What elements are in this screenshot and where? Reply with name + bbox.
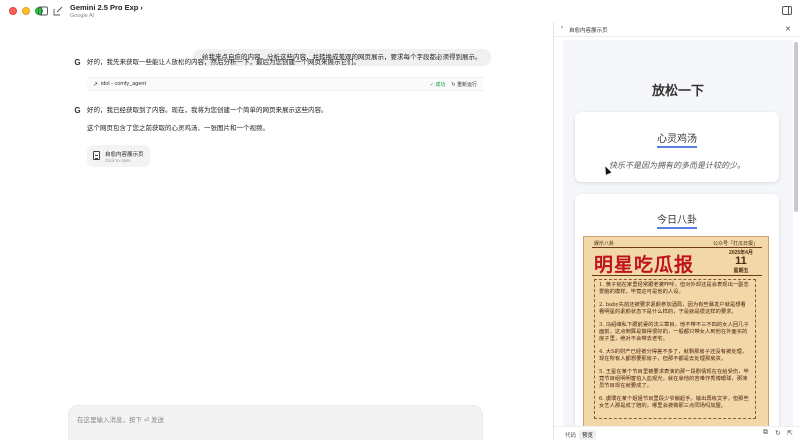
pane-footer: 代码 预览 ⧉ ↻ ⇱ <box>554 426 800 440</box>
artifact-subtitle: Click to open <box>105 158 132 163</box>
newspaper-body: 1. 黄子韬在家里经常跟老婆咋呼，但对外却还是会表现出一副恋爱脑的模样，毕竟这可… <box>594 279 756 419</box>
assistant-avatar-icon: G <box>74 106 81 115</box>
tool-status: ✓ 成功 ↻ 重新运行 <box>430 81 477 88</box>
newspaper-image: 娱乐八卦 公众号「打瓜日报」 明星吃瓜报 2025年4月 11 星期五 1. 黄… <box>583 236 769 426</box>
assistant-message: 好的，我已经获取到了内容。现在，我将为您创建一个简单的网页来展示这些内容。 <box>87 107 328 114</box>
rerun-icon: ↻ <box>451 82 456 88</box>
newspaper-paragraph: 6. 虞璞在某个姐姐节目里段少爷躺起手，输出再练文字，但那些女艺人那是成了赔的，… <box>599 395 749 410</box>
section-title: 心灵鸡汤 <box>657 134 697 145</box>
newspaper-category: 娱乐八卦 <box>594 241 615 247</box>
date-day: 11 <box>735 255 747 267</box>
message-input[interactable]: 在这里输入消息，按下 ⏎ 发送 <box>77 414 164 424</box>
artifact-card[interactable]: 自愈内容展示页 Click to open <box>87 145 150 167</box>
gossip-card: 今日八卦 娱乐八卦 公众号「打瓜日报」 明星吃瓜报 2025年4月 11 星期五… <box>575 194 779 426</box>
newspaper-rule <box>592 247 762 248</box>
copy-icon[interactable]: ⧉ <box>763 429 768 437</box>
panel-toggle-icon[interactable] <box>782 6 792 15</box>
assistant-avatar-icon: G <box>74 58 81 67</box>
web-preview[interactable]: 放松一下 心灵鸡汤 快乐不是因为拥有的多而是计较的少。 今日八卦 娱乐八卦 公众… <box>563 40 793 426</box>
newspaper-paragraph: 3. 冯绍峰私下跟前妻的法三章目，他不带不三不四的女人回几子面前，这点倒算是做得… <box>599 321 749 343</box>
message-input-box[interactable]: 在这里输入消息，按下 ⏎ 发送 ⌀ ✣ ◍ ⟲ ⌘ ◇ ♪ <box>68 405 483 440</box>
section-underline <box>657 227 697 229</box>
new-chat-icon[interactable] <box>53 6 63 16</box>
model-name-label: Gemini 2.5 Pro Exp <box>70 3 139 12</box>
date-week: 星期五 <box>733 268 749 274</box>
success-status: ✓ 成功 <box>430 81 446 88</box>
newspaper-rule <box>592 275 762 276</box>
success-label: 成功 <box>435 82 446 88</box>
newspaper-source: 公众号「打瓜日报」 <box>712 241 758 247</box>
rerun-button[interactable]: ↻ 重新运行 <box>451 81 477 88</box>
newspaper-date: 2025年4月 11 星期五 <box>722 249 760 274</box>
tab-preview[interactable]: 预览 <box>579 430 597 440</box>
assistant-message: 这个网页包含了您之前获取的心灵鸡汤、一张图片和一个视频。 <box>87 125 269 132</box>
pane-title: 自愈内容展示页 <box>569 28 608 34</box>
tool-call-row[interactable]: ↗ idol - comfy_agent ✓ 成功 ↻ 重新运行 <box>87 77 483 91</box>
back-icon[interactable]: ‹ <box>561 25 563 31</box>
tool-arrow-icon: ↗ <box>93 81 99 88</box>
minimize-window-button[interactable] <box>22 7 30 15</box>
newspaper-paragraph: 5. 王星在某个节目里被要求表演的那一段剧情现在在给受伤，毕竟节目组明明害怕入血… <box>599 368 749 390</box>
title-bar: Gemini 2.5 Pro Exp › Google AI <box>0 0 800 22</box>
close-window-button[interactable] <box>9 7 17 15</box>
newspaper-paragraph: 4. 大S的财产已经被分得差不多了，就剩那房子还没有被处理，现在所有人都想要那房… <box>599 348 748 363</box>
model-selector[interactable]: Gemini 2.5 Pro Exp › Google AI <box>70 3 143 19</box>
newspaper-paragraph: 2. baby先前还被要求素颜参加酒局，因为有些暴发户就是想看看明星的素颜状态下… <box>599 301 746 316</box>
document-icon <box>93 151 100 160</box>
model-provider: Google AI <box>70 13 95 19</box>
section-title: 今日八卦 <box>657 215 697 226</box>
chevron-right-icon: › <box>140 3 143 12</box>
external-link-icon[interactable]: ⇱ <box>787 429 793 437</box>
tool-call-label: idol - comfy_agent <box>101 81 146 87</box>
newspaper-paragraph: 1. 黄子韬在家里经常跟老婆咋呼，但对外却还是会表现出一副恋爱脑的模样，毕竟这可… <box>599 282 749 296</box>
section-underline <box>657 146 697 148</box>
check-icon: ✓ <box>429 82 434 88</box>
page-title: 放松一下 <box>651 83 704 98</box>
rerun-label: 重新运行 <box>456 82 477 88</box>
newspaper-headline: 明星吃瓜报 <box>594 254 695 276</box>
pane-header: ‹ 自愈内容展示页 ✕ <box>554 22 800 37</box>
artifact-pane: ‹ 自愈内容展示页 ✕ 放松一下 心灵鸡汤 快乐不是因为拥有的多而是计较的少。 … <box>553 22 800 440</box>
model-name: Gemini 2.5 Pro Exp › <box>70 3 143 12</box>
preview-scrollbar[interactable] <box>794 42 798 212</box>
refresh-icon[interactable]: ↻ <box>775 429 781 437</box>
assistant-message: 好的，我先来获取一些能让人放松的内容，然后分析一下，最后为您创建一个网页来展示它… <box>87 59 360 66</box>
close-icon[interactable]: ✕ <box>785 25 791 33</box>
tab-code[interactable]: 代码 <box>562 430 579 440</box>
sidebar-toggle-icon[interactable] <box>38 6 48 16</box>
artifact-title: 自愈内容展示页 <box>105 152 144 158</box>
chat-area: 给我来点自愈的内容，分析这些内容，并转换成美观的网页展示，要求每个字段都必须得到… <box>0 22 553 440</box>
